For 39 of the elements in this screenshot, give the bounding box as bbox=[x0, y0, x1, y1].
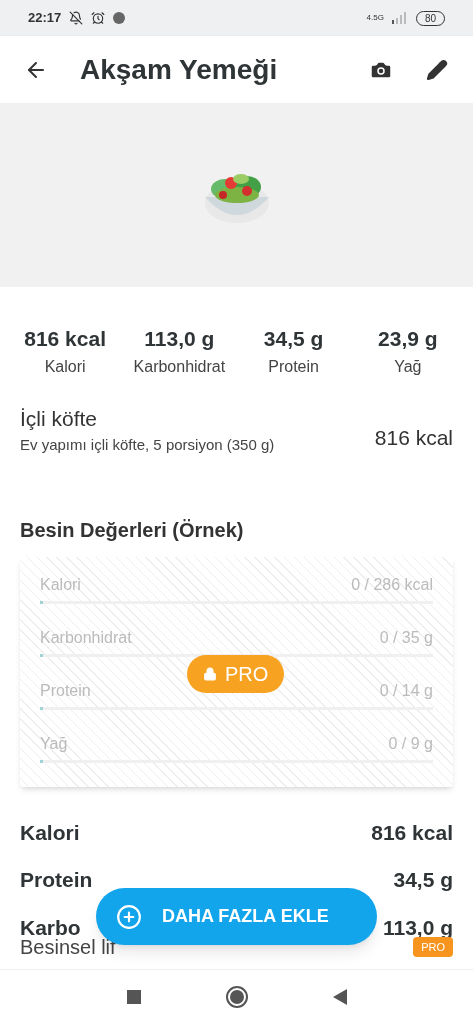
home-button[interactable] bbox=[225, 986, 248, 1008]
summary-value: 816 kcal bbox=[24, 326, 106, 352]
summary-label: Karbonhidrat bbox=[133, 356, 226, 377]
pro-tag: PRO bbox=[413, 936, 453, 958]
alarm-icon bbox=[91, 11, 106, 25]
nutrient-label: Kalori bbox=[40, 574, 81, 595]
pro-badge[interactable]: PRO bbox=[187, 654, 285, 693]
total-label: Kalori bbox=[20, 819, 80, 846]
signal-icon bbox=[391, 12, 408, 24]
plus-circle-icon bbox=[116, 903, 142, 930]
lock-icon bbox=[203, 666, 217, 681]
summary-label: Protein bbox=[268, 356, 319, 377]
status-time: 22:17 bbox=[28, 9, 62, 28]
back-nav-button[interactable] bbox=[332, 989, 347, 1005]
nutrient-reading: 0 / 286 kcal bbox=[351, 574, 433, 595]
total-value: 34,5 g bbox=[393, 867, 453, 893]
section-title: Besin Değerleri (Örnek) bbox=[19, 517, 245, 543]
summary-label: Yağ bbox=[394, 356, 422, 377]
summary-value: 23,9 g bbox=[378, 326, 438, 352]
nutrient-label: Yağ bbox=[40, 733, 68, 754]
food-name: İçli köfte bbox=[20, 405, 99, 432]
summary-value: 34,5 g bbox=[263, 326, 324, 352]
page-title: Akşam Yemeği bbox=[80, 52, 278, 87]
pencil-icon bbox=[426, 58, 448, 81]
nutrient-reading: 0 / 9 g bbox=[388, 733, 433, 754]
total-value: 816 kcal bbox=[371, 819, 453, 846]
food-description: Ev yapımı içli köfte, 5 porsiyon (350 g) bbox=[20, 435, 276, 455]
bell-off-icon bbox=[69, 11, 84, 25]
food-calories: 816 kcal bbox=[374, 424, 453, 451]
nutrient-label: Protein bbox=[40, 680, 91, 701]
summary-label: Kalori bbox=[44, 356, 86, 377]
summary-value: 113,0 g bbox=[144, 326, 215, 352]
recent-apps-button[interactable] bbox=[126, 990, 141, 1004]
total-label: Karbo bbox=[20, 914, 81, 939]
nutrient-reading: 0 / 35 g bbox=[379, 627, 433, 648]
nutrient-label: Karbonhidrat bbox=[40, 627, 132, 648]
total-label: Protein bbox=[20, 867, 93, 893]
nutrient-reading: 0 / 14 g bbox=[379, 680, 433, 701]
network-label: 4.5G bbox=[366, 12, 384, 24]
